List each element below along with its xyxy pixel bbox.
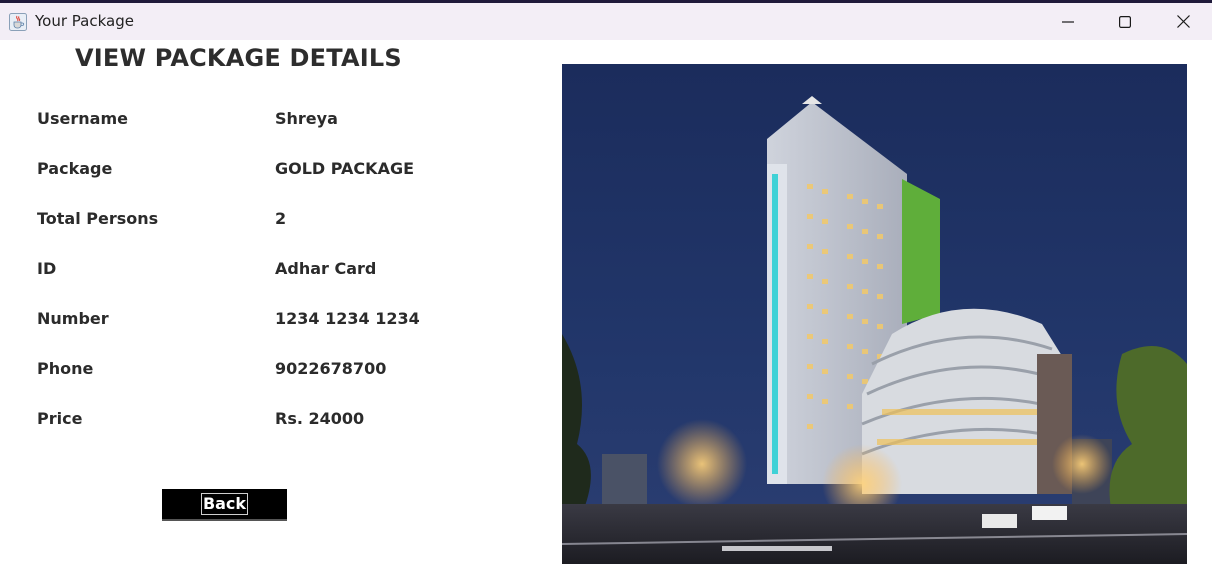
maximize-icon	[1119, 15, 1131, 28]
back-button-label: Back	[200, 493, 249, 515]
phone-value: 9022678700	[275, 359, 387, 378]
id-value: Adhar Card	[275, 259, 377, 278]
window-content: VIEW PACKAGE DETAILS Username Shreya Pac…	[0, 40, 1212, 587]
number-label: Number	[37, 309, 109, 328]
page-heading: VIEW PACKAGE DETAILS	[75, 44, 402, 72]
hotel-image	[562, 64, 1187, 564]
minimize-icon	[1062, 20, 1074, 23]
close-icon	[1176, 15, 1190, 28]
window-title: Your Package	[35, 12, 134, 30]
package-value: GOLD PACKAGE	[275, 159, 415, 178]
phone-label: Phone	[37, 359, 94, 378]
total-persons-label: Total Persons	[37, 209, 159, 228]
back-button[interactable]: Back	[162, 489, 287, 521]
price-label: Price	[37, 409, 83, 428]
number-value: 1234 1234 1234	[275, 309, 420, 328]
price-value: Rs. 24000	[275, 409, 365, 428]
id-label: ID	[37, 259, 57, 278]
package-label: Package	[37, 159, 113, 178]
username-label: Username	[37, 109, 128, 128]
java-cup-icon	[9, 13, 27, 31]
title-bar: Your Package	[0, 0, 1212, 40]
hotel-night-photo	[562, 64, 1187, 564]
username-value: Shreya	[275, 109, 338, 128]
minimize-button[interactable]	[1039, 3, 1097, 40]
maximize-button[interactable]	[1096, 3, 1154, 40]
close-button[interactable]	[1154, 3, 1212, 40]
total-persons-value: 2	[275, 209, 287, 228]
